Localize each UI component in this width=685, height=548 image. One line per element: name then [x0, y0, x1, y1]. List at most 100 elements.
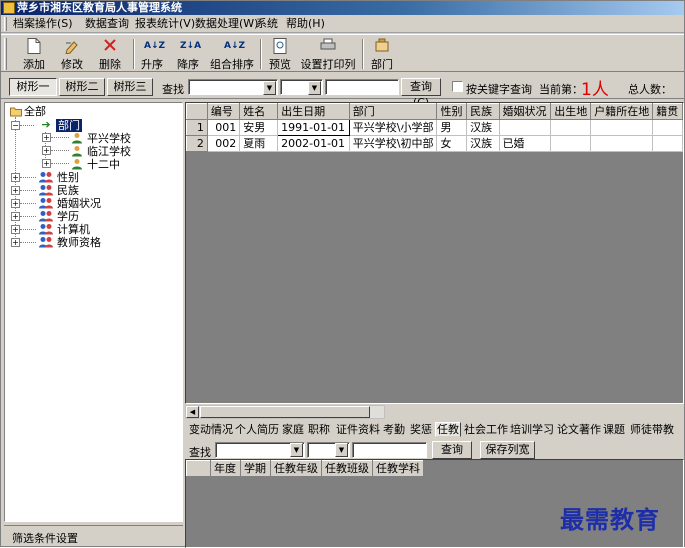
- tab-family[interactable]: 家庭: [282, 423, 304, 438]
- cell-name[interactable]: 安男: [239, 119, 279, 136]
- tab-social-work[interactable]: 社会工作: [464, 423, 508, 438]
- menu-report[interactable]: 报表统计(V): [133, 17, 197, 31]
- menu-system[interactable]: 系统: [254, 17, 280, 31]
- tab-teaching[interactable]: 任教: [435, 422, 461, 437]
- tree-root-all[interactable]: 全部: [24, 105, 46, 118]
- expand-icon[interactable]: +: [11, 238, 20, 247]
- tab-certificates[interactable]: 证件资料: [336, 423, 380, 438]
- cell-dept[interactable]: 平兴学校\初中部: [348, 135, 438, 152]
- column-header[interactable]: 户籍所在地: [590, 103, 654, 120]
- tab-research[interactable]: 课题: [603, 423, 625, 438]
- detail-query-button[interactable]: 查询: [432, 441, 472, 459]
- detail-operator-select[interactable]: ▼: [307, 442, 350, 458]
- save-column-width-button[interactable]: 保存列宽: [480, 441, 535, 459]
- delete-button[interactable]: 删除: [93, 37, 127, 71]
- cell-ethnicity[interactable]: 汉族: [466, 135, 500, 152]
- horizontal-scrollbar[interactable]: ◀: [185, 405, 385, 419]
- cell-household[interactable]: [590, 135, 654, 152]
- column-header[interactable]: 任教班级: [321, 460, 373, 477]
- column-header[interactable]: 性别: [436, 103, 468, 120]
- expand-icon[interactable]: +: [11, 225, 20, 234]
- tree-node-education[interactable]: 学历: [57, 210, 79, 223]
- column-header[interactable]: 任教学科: [372, 460, 424, 477]
- expand-icon[interactable]: +: [11, 212, 20, 221]
- column-header[interactable]: 籍贯: [652, 103, 683, 120]
- expand-icon[interactable]: +: [42, 133, 51, 142]
- cell-gender[interactable]: 女: [436, 135, 468, 152]
- cell-dept[interactable]: 平兴学校\小学部: [348, 119, 438, 136]
- cell-birthdate[interactable]: 2002-01-01: [277, 135, 350, 152]
- menu-archive[interactable]: 档案操作(S): [11, 17, 75, 31]
- cell-marital[interactable]: [498, 119, 552, 136]
- keyword-checkbox[interactable]: [452, 81, 463, 92]
- preview-button[interactable]: 预览: [265, 37, 295, 71]
- tab-rewards[interactable]: 奖惩: [410, 423, 432, 438]
- cell-origin[interactable]: [652, 135, 683, 152]
- column-header[interactable]: 出生日期: [277, 103, 350, 120]
- column-header[interactable]: 任教年级: [270, 460, 322, 477]
- table-row[interactable]: 1 001 安男 1991-01-01 平兴学校\小学部 男 汉族: [186, 119, 683, 136]
- expand-icon[interactable]: +: [42, 146, 51, 155]
- cell-ethnicity[interactable]: 汉族: [466, 119, 500, 136]
- scroll-thumb[interactable]: [200, 406, 370, 418]
- column-header[interactable]: 婚姻状况: [498, 103, 552, 120]
- column-header[interactable]: 出生地: [550, 103, 592, 120]
- tab-tree-1[interactable]: 树形一: [9, 78, 57, 96]
- tab-title[interactable]: 职称: [308, 423, 330, 438]
- table-row[interactable]: 2 002 夏雨 2002-01-01 平兴学校\初中部 女 汉族 已婚: [186, 135, 683, 152]
- tree-node-school-2[interactable]: 临江学校: [87, 145, 131, 158]
- expand-icon[interactable]: +: [11, 199, 20, 208]
- column-header[interactable]: 编号: [206, 103, 241, 120]
- tree-node-dept[interactable]: 部门: [56, 119, 82, 132]
- column-header[interactable]: 姓名: [239, 103, 279, 120]
- cell-name[interactable]: 夏雨: [239, 135, 279, 152]
- expand-icon[interactable]: +: [11, 186, 20, 195]
- cell-birthdate[interactable]: 1991-01-01: [277, 119, 350, 136]
- sort-desc-button[interactable]: Z↓A 降序: [173, 37, 203, 71]
- department-button[interactable]: 部门: [367, 37, 397, 71]
- tab-tree-2[interactable]: 树形二: [59, 78, 105, 96]
- operator-select[interactable]: ▼: [280, 79, 323, 95]
- cell-id[interactable]: 001: [206, 119, 241, 136]
- multi-sort-button[interactable]: A↓Z 组合排序: [209, 37, 255, 71]
- tree-node-teacher-cert[interactable]: 教师资格: [57, 236, 101, 249]
- tree-node-gender[interactable]: 性别: [57, 171, 79, 184]
- add-button[interactable]: 添加: [17, 37, 51, 71]
- expand-icon[interactable]: +: [11, 173, 20, 182]
- tree-node-school-3[interactable]: 十二中: [87, 158, 120, 171]
- tab-changes[interactable]: 变动情况: [189, 423, 233, 438]
- query-button[interactable]: 查询(C): [401, 78, 441, 109]
- cell-birthplace[interactable]: [550, 135, 592, 152]
- tab-training[interactable]: 培训学习: [510, 423, 554, 438]
- detail-field-select[interactable]: ▼: [215, 442, 305, 458]
- menu-data-process[interactable]: 数据处理(W): [193, 17, 260, 31]
- detail-search-input[interactable]: [352, 442, 427, 458]
- column-header[interactable]: 民族: [466, 103, 500, 120]
- cell-marital[interactable]: 已婚: [498, 135, 552, 152]
- field-select[interactable]: ▼: [188, 79, 278, 95]
- tree-node-marital[interactable]: 婚姻状况: [57, 197, 101, 210]
- tree-node-ethnicity[interactable]: 民族: [57, 184, 79, 197]
- menu-query[interactable]: 数据查询: [83, 17, 131, 31]
- tab-papers[interactable]: 论文著作: [557, 423, 601, 438]
- scroll-left-icon[interactable]: ◀: [186, 406, 199, 418]
- edit-button[interactable]: 修改: [55, 37, 89, 71]
- sort-asc-button[interactable]: A↓Z 升序: [137, 37, 167, 71]
- menu-help[interactable]: 帮助(H): [284, 17, 327, 31]
- column-header[interactable]: 学期: [240, 460, 271, 477]
- search-input[interactable]: [325, 79, 399, 95]
- expand-icon[interactable]: +: [42, 159, 51, 168]
- print-setup-button[interactable]: 设置打印列: [299, 37, 357, 71]
- tab-attendance[interactable]: 考勤: [383, 423, 405, 438]
- cell-origin[interactable]: [652, 119, 683, 136]
- tree-node-computer[interactable]: 计算机: [57, 223, 90, 236]
- collapse-icon[interactable]: −: [11, 121, 20, 130]
- cell-id[interactable]: 002: [206, 135, 241, 152]
- tree-node-school-1[interactable]: 平兴学校: [87, 132, 131, 145]
- column-header[interactable]: 年度: [210, 460, 241, 477]
- tab-tree-3[interactable]: 树形三: [107, 78, 153, 96]
- cell-household[interactable]: [590, 119, 654, 136]
- tab-resume[interactable]: 个人简历: [235, 423, 279, 438]
- cell-gender[interactable]: 男: [436, 119, 468, 136]
- cell-birthplace[interactable]: [550, 119, 592, 136]
